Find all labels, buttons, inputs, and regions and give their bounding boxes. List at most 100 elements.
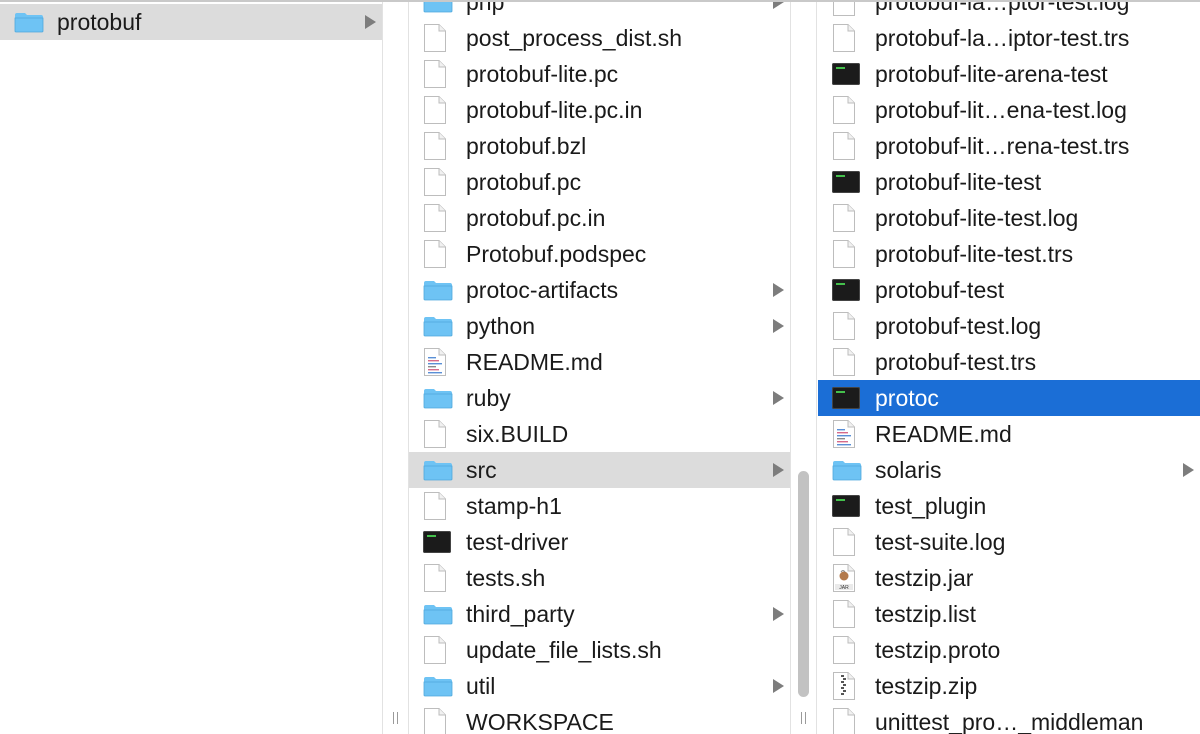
file-row[interactable]: Protobuf.podspec xyxy=(409,236,790,272)
file-row[interactable]: tests.sh xyxy=(409,560,790,596)
column-resize-handle[interactable] xyxy=(391,712,401,724)
column-3[interactable]: protobuf-la…ptor-test.log protobuf-la…ipt… xyxy=(818,2,1200,734)
file-name-label: protobuf-la…ptor-test.log xyxy=(875,2,1130,15)
file-name-label: stamp-h1 xyxy=(466,493,562,519)
column-resize-handle[interactable] xyxy=(799,712,809,724)
file-name-label: README.md xyxy=(466,349,603,375)
file-row[interactable]: protobuf-test xyxy=(818,272,1200,308)
file-row[interactable]: python xyxy=(409,308,790,344)
document-icon xyxy=(832,635,856,665)
file-name-label: testzip.zip xyxy=(875,673,978,699)
document-icon xyxy=(423,59,447,89)
file-row[interactable]: JAR testzip.jar xyxy=(818,560,1200,596)
file-row[interactable]: protobuf-lite.pc.in xyxy=(409,92,790,128)
document-icon xyxy=(423,491,447,521)
file-row[interactable]: protobuf-lite.pc xyxy=(409,56,790,92)
disclosure-arrow-icon xyxy=(773,607,784,621)
file-row[interactable]: protobuf.bzl xyxy=(409,128,790,164)
file-row[interactable]: solaris xyxy=(818,452,1200,488)
document-icon xyxy=(832,527,856,557)
document-icon xyxy=(832,239,856,269)
file-row[interactable]: third_party xyxy=(409,596,790,632)
file-list: protobuf xyxy=(0,4,382,40)
disclosure-arrow-icon xyxy=(773,2,784,9)
file-row[interactable]: WORKSPACE xyxy=(409,704,790,734)
document-icon xyxy=(423,95,447,125)
file-row[interactable]: protobuf.pc xyxy=(409,164,790,200)
file-name-label: protobuf-lite-test xyxy=(875,169,1042,195)
column-divider-2[interactable] xyxy=(790,2,817,734)
file-row[interactable]: protobuf-la…ptor-test.log xyxy=(818,2,1200,20)
svg-text:JAR: JAR xyxy=(839,585,849,591)
file-row[interactable]: testzip.proto xyxy=(818,632,1200,668)
folder-icon xyxy=(423,315,453,337)
disclosure-arrow-icon xyxy=(773,679,784,693)
file-name-label: protobuf-test.log xyxy=(875,313,1042,339)
file-row[interactable]: protobuf-lite-test.log xyxy=(818,200,1200,236)
file-row[interactable]: php xyxy=(409,2,790,20)
file-row[interactable]: test_plugin xyxy=(818,488,1200,524)
document-icon xyxy=(423,563,447,593)
terminal-executable-icon xyxy=(832,171,860,193)
file-row[interactable]: protobuf-lite-arena-test xyxy=(818,56,1200,92)
document-icon xyxy=(423,131,447,161)
file-row[interactable]: README.md xyxy=(409,344,790,380)
file-row[interactable]: testzip.zip xyxy=(818,668,1200,704)
file-row[interactable]: protobuf-lite-test xyxy=(818,164,1200,200)
file-row[interactable]: protobuf-test.trs xyxy=(818,344,1200,380)
file-row[interactable]: post_process_dist.sh xyxy=(409,20,790,56)
file-row[interactable]: test-suite.log xyxy=(818,524,1200,560)
file-row[interactable]: protobuf-test.log xyxy=(818,308,1200,344)
file-row[interactable]: test-driver xyxy=(409,524,790,560)
file-row[interactable]: protobuf-lite-test.trs xyxy=(818,236,1200,272)
jar-archive-icon: JAR xyxy=(832,563,856,593)
file-name-label: solaris xyxy=(875,457,942,483)
file-row[interactable]: protoc xyxy=(818,380,1200,416)
scrollbar-thumb[interactable] xyxy=(798,471,809,697)
disclosure-arrow-icon xyxy=(1183,463,1194,477)
folder-icon xyxy=(423,279,453,301)
file-name-label: testzip.jar xyxy=(875,565,974,591)
file-row[interactable]: README.md xyxy=(818,416,1200,452)
file-row[interactable]: protobuf xyxy=(0,4,382,40)
file-row[interactable]: ruby xyxy=(409,380,790,416)
file-row[interactable]: unittest_pro…_middleman xyxy=(818,704,1200,734)
file-name-label: protobuf-test xyxy=(875,277,1005,303)
folder-icon xyxy=(423,603,453,625)
file-row[interactable]: protobuf-lit…rena-test.trs xyxy=(818,128,1200,164)
file-name-label: WORKSPACE xyxy=(466,709,614,734)
file-row[interactable]: protobuf-la…iptor-test.trs xyxy=(818,20,1200,56)
file-name-label: protobuf-lite-test.log xyxy=(875,205,1079,231)
file-row[interactable]: protobuf.pc.in xyxy=(409,200,790,236)
folder-icon xyxy=(423,2,453,13)
column-divider-1[interactable] xyxy=(382,2,409,734)
document-icon xyxy=(832,347,856,377)
column-1[interactable]: protobuf xyxy=(0,2,382,734)
file-name-label: util xyxy=(466,673,496,699)
terminal-executable-icon xyxy=(832,279,860,301)
file-row[interactable]: util xyxy=(409,668,790,704)
terminal-executable-icon xyxy=(423,531,451,553)
disclosure-arrow-icon xyxy=(773,391,784,405)
file-row[interactable]: stamp-h1 xyxy=(409,488,790,524)
file-name-label: update_file_lists.sh xyxy=(466,637,662,663)
file-row[interactable]: protobuf-lit…ena-test.log xyxy=(818,92,1200,128)
file-name-label: unittest_pro…_middleman xyxy=(875,709,1144,734)
file-row[interactable]: protoc-artifacts xyxy=(409,272,790,308)
file-row[interactable]: update_file_lists.sh xyxy=(409,632,790,668)
text-document-icon xyxy=(832,419,856,449)
file-row[interactable]: six.BUILD xyxy=(409,416,790,452)
file-name-label: protobuf.pc.in xyxy=(466,205,606,231)
file-name-label: php xyxy=(466,2,505,15)
folder-icon xyxy=(14,11,44,33)
file-row[interactable]: src xyxy=(409,452,790,488)
column-2[interactable]: php post_process_dist.sh protobuf-lite.pc p… xyxy=(409,2,790,734)
file-list: php post_process_dist.sh protobuf-lite.pc p… xyxy=(409,2,790,734)
file-row[interactable]: testzip.list xyxy=(818,596,1200,632)
terminal-executable-icon xyxy=(832,387,860,409)
terminal-executable-icon xyxy=(832,495,860,517)
disclosure-arrow-icon xyxy=(773,283,784,297)
file-name-label: protobuf.pc xyxy=(466,169,582,195)
file-name-label: protobuf-lite.pc.in xyxy=(466,97,643,123)
document-icon xyxy=(423,707,447,734)
